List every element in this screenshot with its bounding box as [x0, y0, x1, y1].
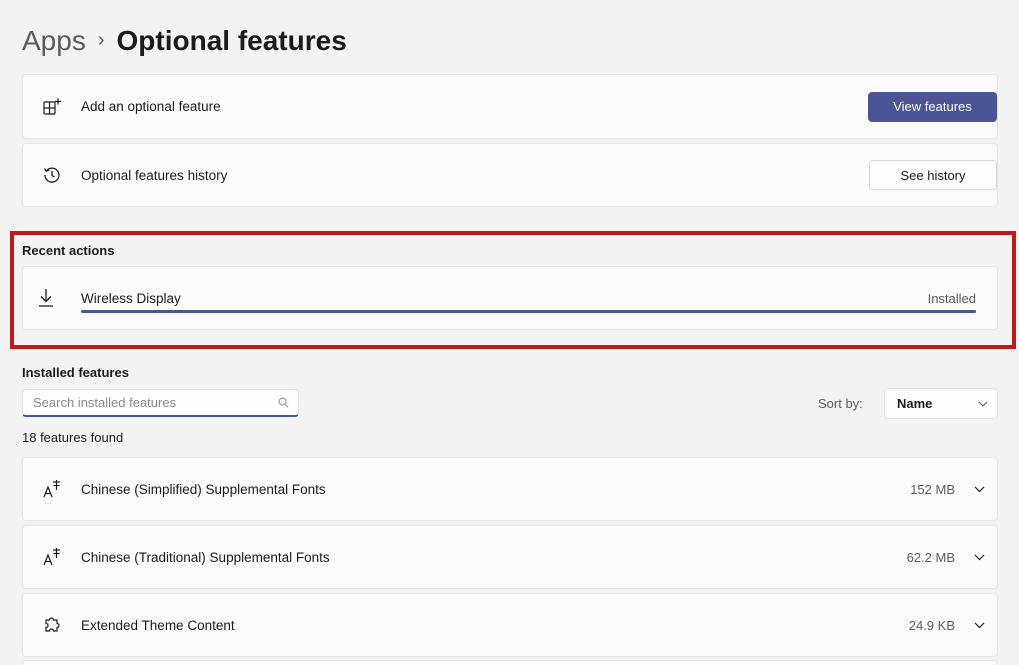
chevron-down-icon[interactable] [961, 622, 997, 629]
features-count: 18 features found [22, 430, 124, 445]
chevron-down-icon[interactable] [961, 486, 997, 493]
view-features-button[interactable]: View features [868, 91, 997, 122]
add-feature-label: Add an optional feature [81, 99, 221, 114]
feature-row-chinese-traditional-fonts[interactable]: Chinese (Traditional) Supplemental Fonts… [22, 525, 998, 589]
puzzle-icon [23, 615, 81, 635]
history-card: Optional features history See history [22, 143, 998, 207]
feature-size: 24.9 KB [908, 617, 955, 633]
search-installed-features[interactable] [22, 389, 299, 417]
font-icon [23, 547, 81, 567]
sort-by-value: Name [897, 396, 933, 411]
sort-by-label: Sort by: [818, 396, 863, 411]
font-icon [23, 479, 81, 499]
breadcrumb: Apps › Optional features [22, 22, 347, 60]
feature-name: Extended Theme Content [81, 617, 235, 633]
recent-action-name: Wireless Display [81, 290, 181, 306]
install-progress-fill [81, 310, 976, 313]
recent-action-item: Wireless Display Installed [22, 266, 998, 330]
download-icon [23, 288, 69, 308]
feature-size: 62.2 MB [906, 549, 955, 565]
history-icon [23, 165, 81, 185]
recent-action-status: Installed [927, 290, 976, 306]
feature-row-next[interactable] [22, 660, 998, 665]
chevron-down-icon [978, 401, 988, 407]
page-title: Optional features [116, 25, 347, 56]
install-progress-bar [81, 310, 976, 313]
add-grid-icon [23, 97, 81, 117]
add-feature-card: Add an optional feature View features [22, 74, 998, 139]
optional-features-page: Apps › Optional features Add an optional… [0, 0, 1019, 665]
history-label: Optional features history [81, 167, 228, 183]
feature-row-chinese-simplified-fonts[interactable]: Chinese (Simplified) Supplemental Fonts … [22, 457, 998, 521]
breadcrumb-apps-link[interactable]: Apps [22, 23, 86, 59]
see-history-button[interactable]: See history [869, 160, 997, 190]
installed-features-title: Installed features [22, 365, 129, 380]
chevron-down-icon[interactable] [961, 554, 997, 561]
breadcrumb-separator: › [97, 29, 105, 51]
feature-size: 152 MB [910, 481, 955, 497]
recent-actions-title: Recent actions [22, 243, 115, 258]
sort-by-dropdown[interactable]: Name [884, 388, 998, 419]
feature-name: Chinese (Simplified) Supplemental Fonts [81, 481, 326, 497]
feature-name: Chinese (Traditional) Supplemental Fonts [81, 549, 330, 565]
search-input[interactable] [23, 394, 268, 411]
search-icon [268, 397, 298, 408]
feature-row-extended-theme-content[interactable]: Extended Theme Content 24.9 KB [22, 593, 998, 657]
